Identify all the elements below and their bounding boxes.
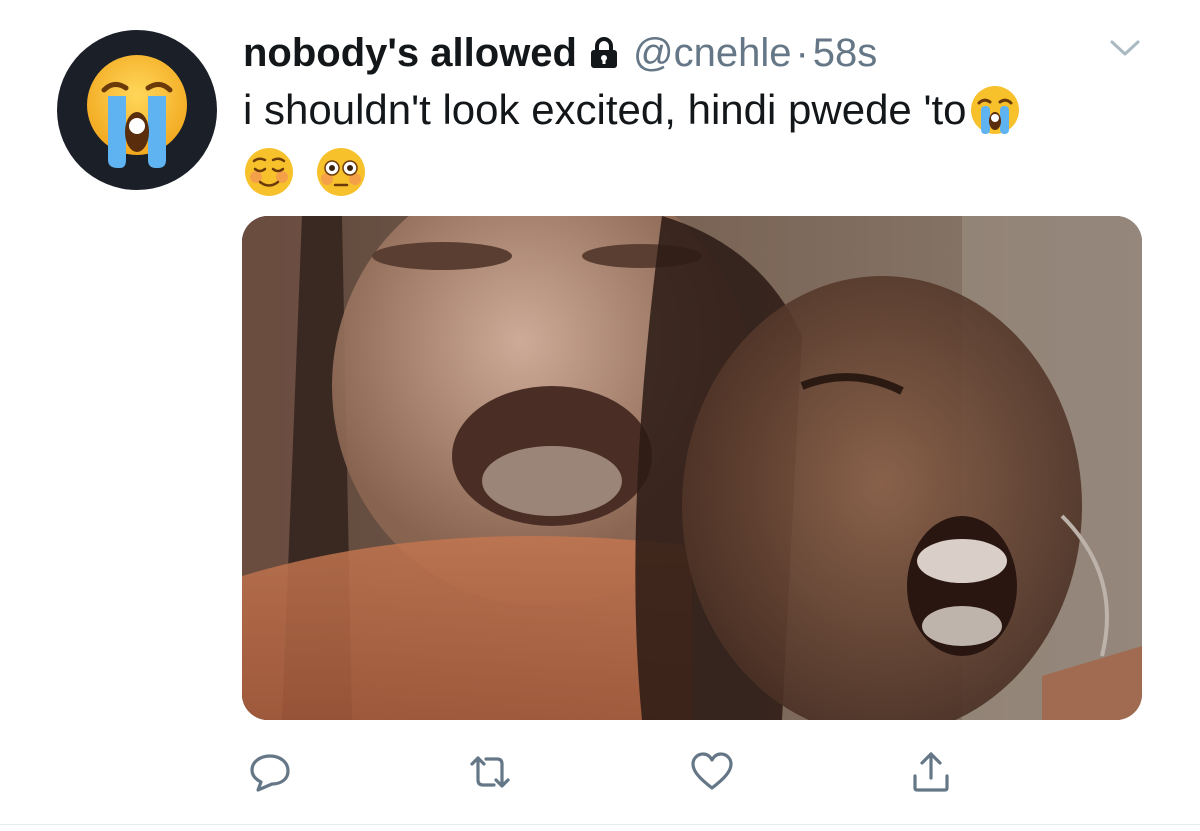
tweet-actions: [0, 748, 1200, 798]
tweet-text-line: i shouldn't look excited, hindi pwede 't…: [243, 84, 1021, 136]
share-button[interactable]: [907, 748, 955, 796]
chevron-down-icon[interactable]: [1108, 36, 1142, 65]
reply-icon: [250, 754, 290, 792]
reply-button[interactable]: [246, 748, 294, 796]
heart-icon: [691, 752, 733, 790]
photo-icon: [242, 216, 1142, 720]
tweet-header: nobody's allowed @cnehle · 58s: [243, 30, 877, 76]
tweet-text: i shouldn't look excited, hindi pwede 't…: [243, 86, 967, 133]
display-name[interactable]: nobody's allowed: [243, 31, 577, 76]
handle[interactable]: @cnehle: [633, 31, 791, 76]
tweet[interactable]: nobody's allowed @cnehle · 58s i shouldn…: [0, 0, 1200, 831]
avatar[interactable]: [57, 30, 217, 190]
retweet-button[interactable]: [466, 748, 514, 796]
lock-icon: [589, 37, 619, 69]
tweet-media-image[interactable]: [242, 216, 1142, 720]
emoji-row: [243, 146, 367, 203]
share-icon: [913, 752, 949, 792]
flushed-face-icon: [315, 146, 367, 203]
divider: [0, 824, 1200, 825]
loudly-crying-face-icon: [87, 55, 187, 168]
separator-dot: ·: [795, 30, 809, 75]
relieved-smiling-face-icon: [243, 146, 295, 203]
like-button[interactable]: [688, 748, 736, 796]
retweet-icon: [470, 756, 510, 788]
timestamp[interactable]: 58s: [813, 31, 878, 76]
loudly-crying-face-icon: [969, 84, 1021, 136]
